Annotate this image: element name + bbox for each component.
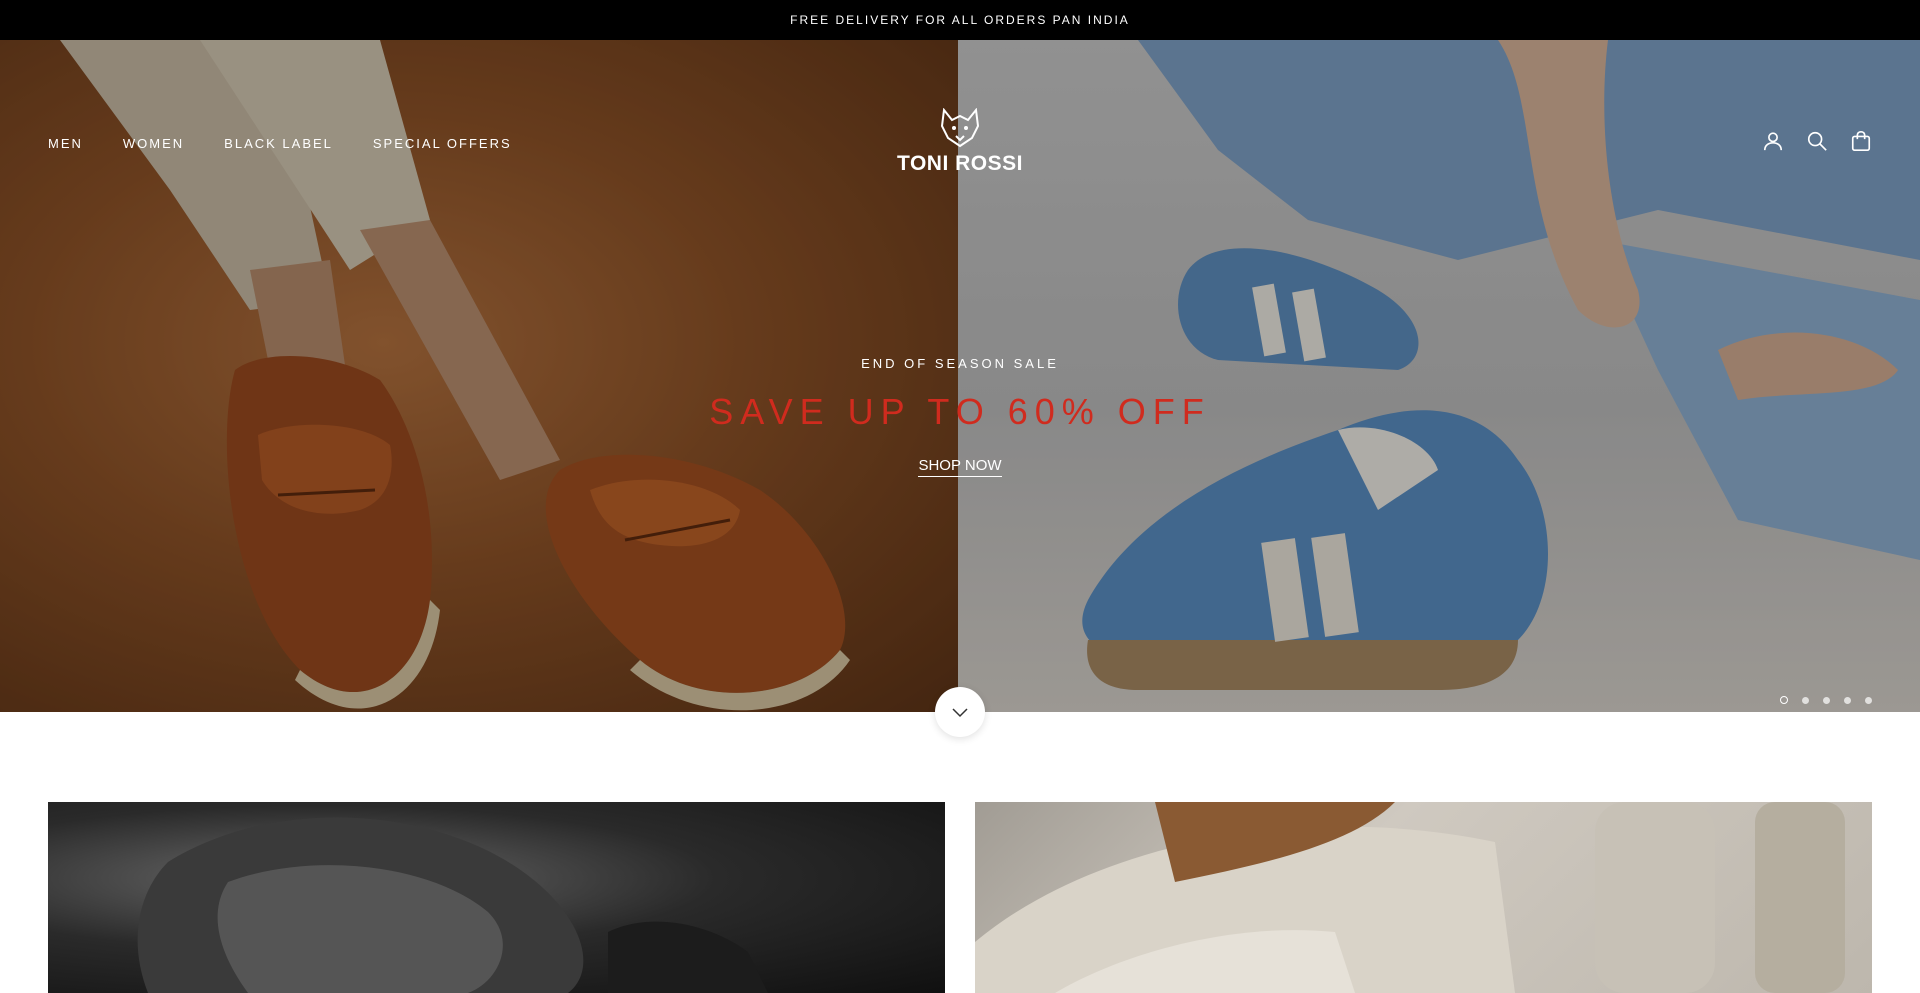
- announcement-text: FREE DELIVERY FOR ALL ORDERS PAN INDIA: [790, 13, 1130, 27]
- shop-now-link[interactable]: SHOP NOW: [918, 457, 1002, 477]
- nav-item-black-label[interactable]: BLACK LABEL: [224, 136, 333, 151]
- shopping-bag-icon[interactable]: [1850, 130, 1872, 152]
- hero-headline: SAVE UP TO 60% OFF: [709, 391, 1211, 432]
- nav-item-men[interactable]: MEN: [48, 136, 83, 151]
- hero-banner: MEN WOMEN BLACK LABEL SPECIAL OFFERS TON…: [0, 40, 1920, 712]
- account-icon[interactable]: [1762, 130, 1784, 152]
- collection-tile-cream-sneaker[interactable]: [975, 802, 1872, 993]
- slide-dot-3[interactable]: [1823, 696, 1830, 704]
- slide-dot-4[interactable]: [1844, 696, 1851, 704]
- chevron-down-icon: [952, 708, 968, 718]
- nav-item-special-offers[interactable]: SPECIAL OFFERS: [373, 136, 512, 151]
- wolf-head-icon: [940, 108, 980, 148]
- main-nav: MEN WOMEN BLACK LABEL SPECIAL OFFERS: [48, 136, 512, 151]
- slide-pagination: [1780, 696, 1872, 704]
- hero-kicker: END OF SEASON SALE: [861, 356, 1059, 371]
- slide-dot-2[interactable]: [1802, 696, 1809, 704]
- cream-sneaker-image: [975, 802, 1845, 993]
- slide-dot-1[interactable]: [1780, 696, 1788, 704]
- scroll-down-button[interactable]: [935, 687, 985, 737]
- brand-logo[interactable]: TONI ROSSI: [890, 108, 1030, 184]
- collection-tile-black-leather[interactable]: [48, 802, 945, 993]
- nav-item-women[interactable]: WOMEN: [123, 136, 184, 151]
- header-actions: [1762, 130, 1872, 152]
- announcement-bar: FREE DELIVERY FOR ALL ORDERS PAN INDIA: [0, 0, 1920, 40]
- logo-text: TONI ROSSI: [897, 152, 1023, 175]
- search-icon[interactable]: [1806, 130, 1828, 152]
- black-leather-image: [137, 817, 768, 993]
- hero-content: END OF SEASON SALE SAVE UP TO 60% OFF SH…: [560, 356, 1360, 477]
- slide-dot-5[interactable]: [1865, 696, 1872, 704]
